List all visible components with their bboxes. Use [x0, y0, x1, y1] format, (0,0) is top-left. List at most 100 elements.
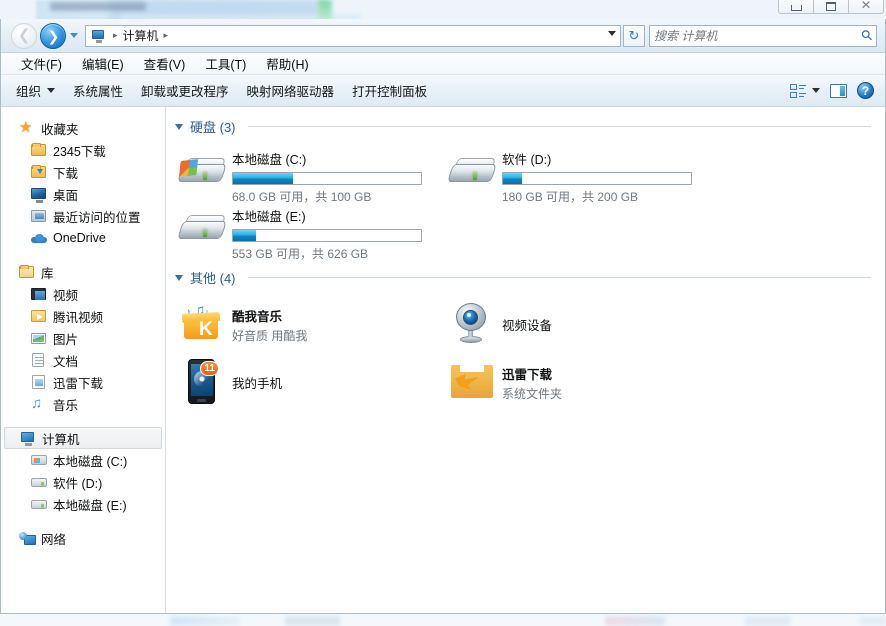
- xunlei-folder-icon: [31, 374, 47, 390]
- sidebar-item-label: 下载: [53, 166, 79, 181]
- collapse-icon[interactable]: [175, 123, 183, 130]
- drive-tile-c[interactable]: 本地磁盘 (C:) 68.0 GB 可用，共 100 GB: [174, 144, 444, 204]
- sidebar-item-2345-download[interactable]: 2345下载: [1, 139, 165, 161]
- show-preview-pane-button[interactable]: [825, 81, 852, 101]
- item-tile-my-phone[interactable]: 11 我的手机: [174, 353, 444, 409]
- navigation-pane[interactable]: ★ 收藏夹 2345下载 下载 桌面 最近访问的位置 OneDrive 库 视频…: [1, 107, 166, 613]
- change-view-button[interactable]: [785, 81, 825, 101]
- open-control-panel-button[interactable]: 打开控制面板: [343, 77, 436, 104]
- menu-file[interactable]: 文件(F): [11, 52, 72, 75]
- drive-name: 本地磁盘 (E:): [232, 210, 306, 224]
- sidebar-item-pictures[interactable]: 图片: [1, 327, 165, 349]
- sidebar-item-favorites[interactable]: ★ 收藏夹: [1, 117, 165, 139]
- item-name: 视频设备: [502, 319, 553, 333]
- close-icon: ✕: [860, 0, 872, 12]
- hard-disks-grid: 本地磁盘 (C:) 68.0 GB 可用，共 100 GB 软件 (D:) 18…: [174, 144, 871, 261]
- collapse-icon[interactable]: [175, 274, 183, 281]
- menu-help[interactable]: 帮助(H): [256, 52, 318, 75]
- sidebar-item-music[interactable]: ♫ 音乐: [1, 393, 165, 415]
- sidebar-item-onedrive[interactable]: OneDrive: [1, 227, 165, 249]
- search-icon[interactable]: ⚲: [857, 26, 876, 45]
- menu-tools[interactable]: 工具(T): [195, 52, 256, 75]
- sidebar-item-tencent-video[interactable]: 腾讯视频: [1, 305, 165, 327]
- item-tile-video-device[interactable]: 视频设备: [444, 295, 714, 351]
- drive-tile-e[interactable]: 本地磁盘 (E:) 553 GB 可用，共 626 GB: [174, 201, 444, 261]
- drive-tile-d[interactable]: 软件 (D:) 180 GB 可用，共 200 GB: [444, 144, 714, 204]
- search-input[interactable]: [654, 28, 859, 43]
- recent-places-icon: [31, 208, 47, 224]
- back-button[interactable]: ❮: [11, 22, 37, 49]
- drive-name: 本地磁盘 (C:): [232, 153, 307, 167]
- group-rule: [247, 126, 871, 127]
- file-list-pane[interactable]: 硬盘 (3) 本地磁盘 (C:) 68.0 GB 可用，共 100 GB 软件 …: [166, 107, 885, 613]
- sidebar-item-label: 本地磁盘 (E:): [53, 498, 127, 513]
- menu-view[interactable]: 查看(V): [134, 52, 196, 75]
- map-network-drive-button[interactable]: 映射网络驱动器: [238, 77, 344, 104]
- sidebar-item-label: 文档: [53, 354, 79, 369]
- organize-button[interactable]: 组织: [7, 77, 64, 104]
- breadcrumb-bar[interactable]: ▸ 计算机 ▸: [85, 24, 621, 47]
- backdrop-smudge: [860, 616, 886, 626]
- sidebar-item-local-disk-c[interactable]: 本地磁盘 (C:): [1, 449, 165, 471]
- onedrive-cloud-icon: [31, 230, 47, 246]
- music-icon: ♫: [31, 395, 43, 412]
- system-drive-icon: [31, 452, 47, 468]
- help-button[interactable]: ?: [852, 79, 879, 102]
- maximize-icon: [826, 2, 836, 11]
- library-folder-icon: [19, 264, 35, 280]
- minimize-button[interactable]: [778, 0, 814, 14]
- refresh-button[interactable]: ↻: [623, 24, 645, 47]
- uninstall-or-change-program-button[interactable]: 卸载或更改程序: [132, 77, 238, 104]
- menu-edit[interactable]: 编辑(E): [72, 52, 134, 75]
- sidebar-item-label: 2345下载: [53, 144, 106, 159]
- sidebar-item-software-d[interactable]: 软件 (D:): [1, 471, 165, 493]
- item-tile-kuwo-music[interactable]: ♪ ♫ ♪ K 酷我音乐 好音质 用酷我: [174, 295, 444, 351]
- xunlei-download-icon: [448, 357, 496, 405]
- help-icon: ?: [857, 82, 874, 99]
- system-properties-button[interactable]: 系统属性: [64, 77, 132, 104]
- sidebar-item-label: 迅雷下载: [53, 376, 104, 391]
- back-arrow-icon: ❮: [17, 27, 31, 44]
- breadcrumb-separator[interactable]: ▸: [161, 30, 172, 41]
- nav-group-favorites: ★ 收藏夹 2345下载 下载 桌面 最近访问的位置 OneDrive: [1, 117, 165, 249]
- sidebar-item-documents[interactable]: 文档: [1, 349, 165, 371]
- explorer-window: ❮ ❯ ▸ 计算机 ▸ ↻ ⚲ 文件(F): [0, 19, 886, 614]
- sidebar-item-local-disk-e[interactable]: 本地磁盘 (E:): [1, 493, 165, 515]
- drive-usage-bar: [232, 172, 422, 185]
- group-header-hard-disks[interactable]: 硬盘 (3): [174, 117, 871, 136]
- forward-button[interactable]: ❯: [40, 22, 66, 49]
- item-tile-xunlei-download[interactable]: 迅雷下载 系统文件夹: [444, 353, 714, 409]
- drive-usage-fill: [233, 230, 256, 241]
- sidebar-item-libraries[interactable]: 库: [1, 261, 165, 283]
- pictures-icon: [31, 330, 47, 346]
- downloads-folder-icon: [31, 164, 47, 180]
- sidebar-item-downloads[interactable]: 下载: [1, 161, 165, 183]
- chevron-down-icon[interactable]: [812, 88, 820, 93]
- minimize-icon: [790, 5, 802, 11]
- chevron-down-icon[interactable]: [608, 30, 616, 36]
- menu-bar: 文件(F) 编辑(E) 查看(V) 工具(T) 帮助(H): [1, 53, 885, 75]
- sidebar-item-recent-places[interactable]: 最近访问的位置: [1, 205, 165, 227]
- item-name: 迅雷下载: [502, 367, 553, 382]
- maximize-button[interactable]: [813, 0, 849, 14]
- nav-group-network: 网络: [1, 527, 165, 549]
- sidebar-item-desktop[interactable]: 桌面: [1, 183, 165, 205]
- sidebar-item-network[interactable]: 网络: [1, 527, 165, 549]
- system-drive-icon: [177, 146, 227, 194]
- forward-arrow-icon: ❯: [47, 27, 60, 44]
- sidebar-item-videos[interactable]: 视频: [1, 283, 165, 305]
- close-button[interactable]: ✕: [848, 0, 884, 14]
- breadcrumb-item-computer[interactable]: 计算机: [123, 27, 159, 44]
- phone-icon: 11: [178, 357, 226, 405]
- star-icon: ★: [19, 119, 33, 136]
- recent-pages-dropdown[interactable]: [67, 23, 81, 49]
- group-header-other[interactable]: 其他 (4): [174, 268, 871, 287]
- address-bar: ❮ ❯ ▸ 计算机 ▸ ↻ ⚲: [1, 19, 885, 53]
- nav-group-libraries: 库 视频 腾讯视频 图片 文档 迅雷下载 ♫ 音乐: [1, 261, 165, 415]
- search-box[interactable]: ⚲: [649, 24, 877, 47]
- window-body: ★ 收藏夹 2345下载 下载 桌面 最近访问的位置 OneDrive 库 视频…: [1, 107, 885, 613]
- sidebar-item-computer[interactable]: 计算机: [4, 427, 162, 449]
- drive-capacity-text: 180 GB 可用，共 200 GB: [502, 190, 639, 204]
- breadcrumb-separator[interactable]: ▸: [110, 30, 121, 41]
- sidebar-item-xunlei-download[interactable]: 迅雷下载: [1, 371, 165, 393]
